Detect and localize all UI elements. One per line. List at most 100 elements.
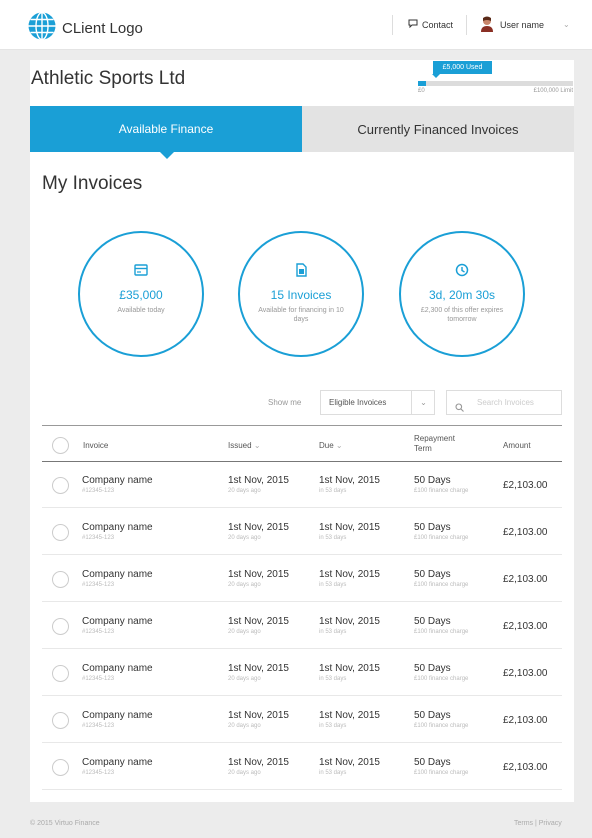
column-header-repayment-line1: Repayment	[414, 434, 455, 443]
invoice-filter-select[interactable]: Eligible Invoices ⌄	[320, 390, 435, 415]
chat-bubble-icon	[408, 19, 418, 30]
invoice-ref: #12345-123	[82, 676, 115, 682]
issued-relative: 20 days ago	[228, 488, 261, 494]
row-select-radio[interactable]	[52, 618, 69, 635]
search-icon	[455, 398, 464, 421]
repayment-term: 50 Days	[414, 663, 451, 674]
due-relative: in 53 days	[319, 488, 347, 494]
issued-date: 1st Nov, 2015	[228, 475, 289, 486]
issued-relative: 20 days ago	[228, 582, 261, 588]
invoice-ref: #12345-123	[82, 535, 115, 541]
due-relative: in 53 days	[319, 770, 347, 776]
due-relative: in 53 days	[319, 535, 347, 541]
select-all-radio[interactable]	[52, 437, 69, 454]
top-bar: CLient Logo Contact User name ⌄	[0, 0, 592, 50]
logo-text: CLient Logo	[62, 20, 143, 37]
row-select-radio[interactable]	[52, 759, 69, 776]
issued-date: 1st Nov, 2015	[228, 757, 289, 768]
finance-charge: £100 finance charge	[414, 676, 469, 682]
client-logo[interactable]: CLient Logo	[27, 11, 143, 46]
column-header-due-label: Due	[319, 441, 334, 450]
finance-charge: £100 finance charge	[414, 723, 469, 729]
stat-available-invoices: 15 Invoices Available for financing in 1…	[238, 231, 364, 357]
column-header-amount: Amount	[503, 441, 531, 450]
table-row[interactable]: Company name #12345-123 1st Nov, 2015 20…	[42, 744, 562, 790]
credit-used-badge: £5,000 Used	[433, 61, 492, 74]
chevron-down-icon: ⌄	[335, 441, 343, 450]
avatar	[480, 16, 494, 34]
company-name: Company name	[82, 757, 153, 768]
due-date: 1st Nov, 2015	[319, 475, 380, 486]
invoice-amount: £2,103.00	[503, 668, 548, 679]
invoice-ref: #12345-123	[82, 582, 115, 588]
tab-available-finance[interactable]: Available Finance	[30, 106, 302, 152]
table-row[interactable]: Company name #12345-123 1st Nov, 2015 20…	[42, 697, 562, 743]
page-title: My Invoices	[42, 173, 143, 194]
invoice-amount: £2,103.00	[503, 715, 548, 726]
nav-divider	[392, 15, 393, 35]
table-row[interactable]: Company name #12345-123 1st Nov, 2015 20…	[42, 462, 562, 508]
table-row[interactable]: Company name #12345-123 1st Nov, 2015 20…	[42, 509, 562, 555]
clock-icon	[455, 263, 469, 282]
row-select-radio[interactable]	[52, 571, 69, 588]
nav-divider	[466, 15, 467, 35]
row-select-radio[interactable]	[52, 524, 69, 541]
stat-value: £35,000	[119, 288, 163, 302]
chevron-down-icon[interactable]: ⌄	[563, 20, 570, 29]
finance-charge: £100 finance charge	[414, 629, 469, 635]
column-header-invoice: Invoice	[83, 441, 109, 450]
company-name: Company name	[82, 475, 153, 486]
invoice-amount: £2,103.00	[503, 527, 548, 538]
due-date: 1st Nov, 2015	[319, 710, 380, 721]
credit-min-label: £0	[418, 88, 425, 94]
company-name: Athletic Sports Ltd	[31, 68, 186, 89]
due-date: 1st Nov, 2015	[319, 569, 380, 580]
company-name: Company name	[82, 569, 153, 580]
company-name: Company name	[82, 522, 153, 533]
credit-max-label: £100,000 Limit	[533, 88, 573, 94]
row-select-radio[interactable]	[52, 665, 69, 682]
chevron-down-icon: ⌄	[411, 391, 435, 414]
table-row[interactable]: Company name #12345-123 1st Nov, 2015 20…	[42, 603, 562, 649]
card-icon	[134, 263, 148, 281]
globe-icon	[27, 11, 57, 46]
repayment-term: 50 Days	[414, 522, 451, 533]
stat-value: 15 Invoices	[270, 288, 332, 302]
stat-caption: Available today	[117, 307, 165, 314]
due-relative: in 53 days	[319, 582, 347, 588]
issued-date: 1st Nov, 2015	[228, 569, 289, 580]
search-input[interactable]: Search Invoices	[446, 390, 562, 415]
due-relative: in 53 days	[319, 723, 347, 729]
row-select-radio[interactable]	[52, 712, 69, 729]
tab-currently-financed-invoices[interactable]: Currently Financed Invoices	[302, 106, 574, 152]
invoice-amount: £2,103.00	[503, 621, 548, 632]
stat-caption: £2,300 of this offer expires tomorrow	[420, 307, 504, 323]
footer-links[interactable]: Terms | Privacy	[514, 820, 562, 827]
column-header-issued-label: Issued	[228, 441, 252, 450]
stat-value: 3d, 20m 30s	[428, 288, 496, 302]
repayment-term: 50 Days	[414, 569, 451, 580]
user-menu[interactable]: User name	[480, 16, 544, 34]
column-header-repayment-term: Repayment Term	[414, 434, 455, 454]
invoice-ref: #12345-123	[82, 629, 115, 635]
document-icon	[295, 263, 307, 282]
row-select-radio[interactable]	[52, 477, 69, 494]
issued-relative: 20 days ago	[228, 676, 261, 682]
repayment-term: 50 Days	[414, 710, 451, 721]
chevron-down-icon: ⌄	[253, 441, 261, 450]
finance-charge: £100 finance charge	[414, 582, 469, 588]
due-date: 1st Nov, 2015	[319, 757, 380, 768]
contact-link[interactable]: Contact	[408, 19, 453, 30]
column-header-due[interactable]: Due ⌄	[319, 441, 343, 450]
table-row[interactable]: Company name #12345-123 1st Nov, 2015 20…	[42, 650, 562, 696]
issued-relative: 20 days ago	[228, 535, 261, 541]
column-header-issued[interactable]: Issued ⌄	[228, 441, 261, 450]
due-date: 1st Nov, 2015	[319, 663, 380, 674]
stat-caption: Available for financing in 10 days	[258, 307, 344, 323]
issued-relative: 20 days ago	[228, 629, 261, 635]
invoice-ref: #12345-123	[82, 488, 115, 494]
table-top-rule	[42, 425, 562, 426]
invoice-amount: £2,103.00	[503, 574, 548, 585]
table-row[interactable]: Company name #12345-123 1st Nov, 2015 20…	[42, 556, 562, 602]
company-name: Company name	[82, 663, 153, 674]
